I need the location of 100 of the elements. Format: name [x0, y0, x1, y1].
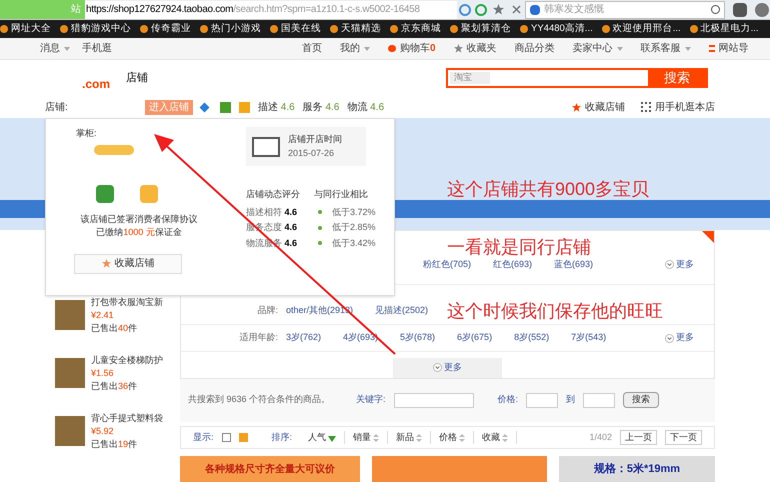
- nav-link[interactable]: 首页: [302, 41, 322, 56]
- bookmark[interactable]: 网址大全: [0, 22, 51, 36]
- open-date-title: 店铺开店时间: [288, 133, 342, 146]
- search-icon: [711, 5, 720, 14]
- chevron-icon: [665, 334, 674, 342]
- open-date: 2015-07-26: [288, 146, 336, 160]
- next-page-button[interactable]: 下一页: [665, 430, 702, 446]
- max-price-field[interactable]: [583, 392, 616, 408]
- rating-text: 描述 4.6: [258, 100, 295, 114]
- caret-icon: [684, 46, 691, 50]
- sort-label: 排序:: [272, 430, 292, 444]
- bookmark[interactable]: 猎豹游戏中心: [60, 22, 131, 36]
- product-title[interactable]: 背心手提式塑料袋: [91, 412, 163, 425]
- product-title[interactable]: 打包带衣服淘宝新: [91, 296, 163, 309]
- keyword-field[interactable]: [394, 392, 474, 408]
- product-banner[interactable]: 规格：5米*19mm: [559, 456, 715, 482]
- rating-text: 服务 4.6: [302, 100, 340, 114]
- filter-option[interactable]: 红色(693): [493, 258, 532, 272]
- bookmark[interactable]: YY4480高清...: [520, 22, 593, 36]
- deposit-text: 已缴纳1000 元保证金: [95, 226, 183, 239]
- star-icon: [454, 44, 463, 53]
- shop-action-link[interactable]: 用手机逛本店: [641, 100, 715, 114]
- prev-page-button[interactable]: 上一页: [620, 430, 657, 446]
- product-thumbnail[interactable]: [55, 300, 85, 330]
- nav-link[interactable]: 消息: [40, 41, 70, 56]
- product-price: ¥2.41: [91, 309, 115, 322]
- product-price: ¥5.92: [91, 425, 115, 438]
- compare-value: 低于3.42%: [332, 236, 376, 250]
- nav-link[interactable]: 购物车0: [388, 41, 436, 56]
- guarantee-text: 该店铺已签署消费者保障协议: [80, 212, 198, 226]
- annotation-text: 这个店铺共有9000多宝贝: [447, 178, 650, 201]
- shop-logo: .com: [80, 76, 110, 93]
- nav-link[interactable]: 收藏夹: [454, 41, 497, 56]
- more-link[interactable]: 更多: [665, 258, 694, 272]
- filter-option[interactable]: 见描述(2502): [375, 304, 428, 318]
- annotation-text: 这个时候我们保存他的旺旺: [447, 300, 663, 323]
- sort-option[interactable]: 价格: [439, 430, 474, 444]
- favorite-shop-button[interactable]: 收藏店铺: [74, 254, 182, 274]
- sold-count: 已售出19件: [91, 438, 138, 451]
- sort-option[interactable]: 收藏: [482, 430, 518, 444]
- nav-link[interactable]: 网站导: [708, 41, 749, 56]
- star-icon: [572, 102, 581, 112]
- bookmark[interactable]: 天猫精选: [330, 22, 381, 36]
- filter-label: 品牌:: [256, 304, 279, 317]
- bookmark[interactable]: 传奇霸业: [140, 22, 191, 36]
- shop-action-link[interactable]: 收藏店铺: [572, 100, 625, 114]
- rating-text: 物流 4.6: [347, 100, 384, 114]
- sold-count: 已售出36件: [91, 380, 138, 393]
- url-field[interactable]: https://shop127627924.taobao.com/search.htm?spm=a1z10.1-c-s.w5002-16458: [85, 0, 457, 18]
- search-button[interactable]: 搜索: [623, 392, 660, 408]
- filter-option[interactable]: 7岁(543): [571, 331, 606, 345]
- filter-option[interactable]: 5岁(678): [400, 331, 436, 345]
- grid-view-icon[interactable]: [238, 433, 248, 442]
- filter-option[interactable]: 8岁(552): [514, 331, 550, 345]
- compare-value: 低于2.85%: [332, 221, 376, 234]
- bookmark[interactable]: 京东商城: [390, 22, 441, 36]
- filter-option[interactable]: 3岁(762): [286, 331, 322, 345]
- result-count: 共搜索到 9636 个符合条件的商品。: [188, 393, 332, 406]
- sort-option[interactable]: 销量: [353, 430, 388, 444]
- qr-code-icon: [641, 102, 651, 112]
- sort-option[interactable]: 人气: [308, 430, 346, 444]
- sort-option[interactable]: 新品: [396, 430, 432, 444]
- chevron-icon: [433, 363, 442, 372]
- chevron-icon: [665, 260, 674, 269]
- page-indicator: 1/402: [589, 430, 612, 444]
- bookmark-star-button[interactable]: [493, 4, 504, 15]
- shop-label: 店铺:: [45, 100, 69, 114]
- min-price-field[interactable]: [526, 392, 558, 408]
- bookmark[interactable]: 国美在线: [270, 22, 321, 36]
- product-thumbnail[interactable]: [55, 358, 85, 388]
- product-title[interactable]: 儿童安全楼梯防护: [91, 354, 163, 367]
- nav-link[interactable]: 商品分类: [514, 41, 555, 56]
- to-label: 到: [566, 393, 576, 406]
- nav-link[interactable]: 我的: [340, 41, 370, 56]
- bookmark[interactable]: 聚划算清仓: [450, 22, 511, 36]
- close-icon[interactable]: [512, 5, 521, 14]
- bookmark[interactable]: 北极星电力...: [690, 22, 759, 36]
- nav-link[interactable]: 联系客服: [640, 41, 691, 56]
- owner-label: 掌柜:: [76, 127, 98, 140]
- nav-link[interactable]: 手机逛: [82, 41, 112, 56]
- more-link[interactable]: 更多: [665, 331, 694, 345]
- filter-option[interactable]: 粉红色(705): [423, 258, 472, 272]
- price-label: 价格:: [498, 393, 518, 406]
- product-thumbnail[interactable]: [55, 416, 85, 446]
- more-button[interactable]: 更多: [393, 358, 502, 378]
- caret-icon: [64, 46, 70, 50]
- filter-option[interactable]: 6岁(675): [457, 331, 492, 345]
- score-title: 店铺动态评分: [246, 188, 300, 201]
- score-label: 描述相符 4.6: [246, 206, 298, 218]
- filter-option[interactable]: 蓝色(693): [554, 258, 594, 272]
- star-icon: [493, 4, 504, 15]
- bookmark[interactable]: 欢迎使用邢台...: [602, 22, 681, 36]
- nav-link[interactable]: 卖家中心: [572, 41, 623, 56]
- shop-title: 店铺: [126, 70, 148, 86]
- caret-icon: [364, 46, 370, 50]
- list-view-icon[interactable]: [222, 433, 231, 442]
- display-label: 显示:: [193, 430, 214, 444]
- bookmark[interactable]: 热门小游戏: [200, 22, 261, 36]
- product-price: ¥1.56: [91, 367, 115, 380]
- filter-label: 适用年龄:: [238, 331, 279, 344]
